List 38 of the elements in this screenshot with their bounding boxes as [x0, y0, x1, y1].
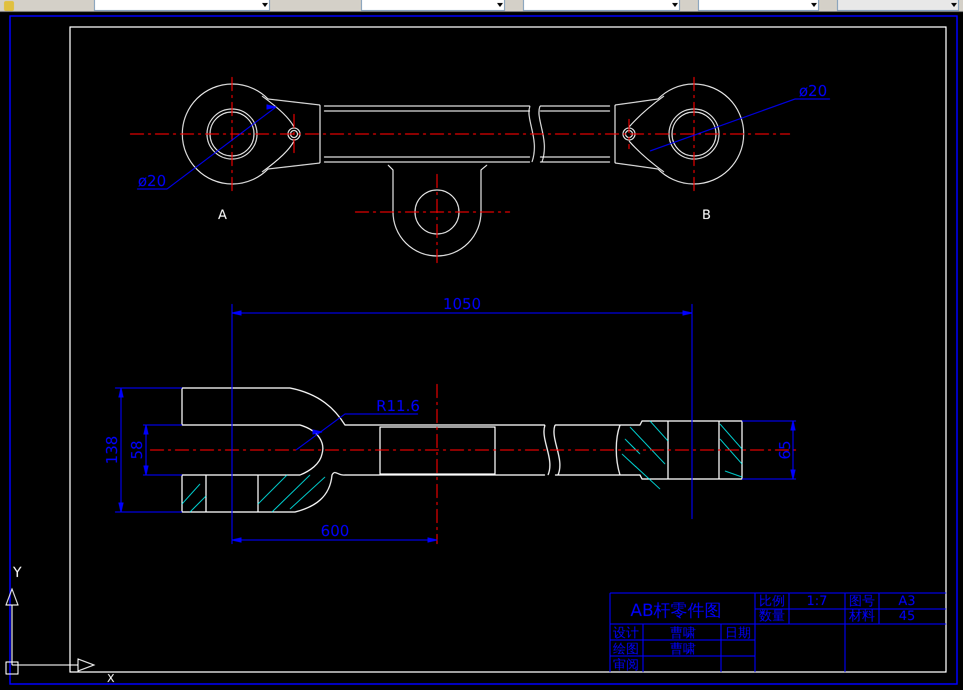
caret-icon	[670, 1, 679, 9]
title-block-text: 图号	[849, 594, 875, 609]
title-block-text: 数量	[759, 609, 785, 624]
dropdown-field[interactable]	[836, 0, 960, 11]
caret-icon	[810, 1, 818, 9]
title-block-text: 设计	[613, 626, 639, 641]
title-block-text: 日期	[725, 626, 751, 641]
dimension-line	[742, 420, 796, 480]
dimension-text: 138	[103, 436, 121, 464]
dimension-text: 65	[776, 440, 794, 460]
title-block-text: 材料	[849, 609, 875, 624]
title-block-text: 审阅	[613, 658, 639, 673]
caret-icon	[950, 1, 958, 9]
dropdown-field[interactable]	[360, 0, 506, 11]
title-block-text: 曹啸	[670, 642, 696, 657]
dimension-text: 58	[128, 440, 146, 460]
title-block-text: A3	[898, 594, 916, 609]
view-label: B	[702, 208, 711, 223]
title-block-text: 1:7	[806, 594, 828, 609]
dimension-text: ø20	[138, 172, 166, 190]
axis-label: Y	[13, 565, 22, 581]
title-block-text: 绘图	[613, 642, 639, 657]
dimension-text: 1050	[442, 295, 482, 313]
view-label: A	[218, 208, 227, 223]
drawing-title: AB杆零件图	[630, 601, 722, 621]
title-block-text: 45	[898, 609, 916, 624]
dimension-text: R11.6	[376, 397, 420, 415]
dropdown-field[interactable]	[698, 0, 819, 11]
dropdown-field[interactable]	[94, 0, 270, 11]
title-block-text: 曹啸	[670, 626, 696, 641]
dimension-text: ø20	[798, 82, 828, 100]
title-block-text: 比例	[759, 594, 785, 609]
dimension-text: 600	[320, 522, 350, 540]
caret-icon	[496, 1, 504, 9]
caret-icon	[261, 1, 270, 9]
ucs-icon	[6, 588, 96, 674]
axis-label: X	[107, 672, 115, 685]
dropdown-field[interactable]	[523, 0, 680, 11]
